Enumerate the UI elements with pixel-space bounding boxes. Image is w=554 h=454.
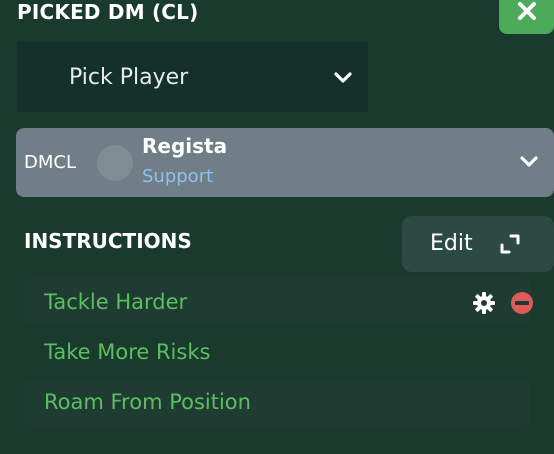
close-button[interactable] xyxy=(499,0,554,34)
instruction-label: Take More Risks xyxy=(44,340,211,364)
pick-player-label: Pick Player xyxy=(69,65,189,90)
edit-label: Edit xyxy=(430,231,473,256)
role-selector[interactable]: DMCL Regista Support xyxy=(16,128,554,197)
expand-icon xyxy=(498,232,522,260)
role-position: DMCL xyxy=(24,152,76,173)
remove-icon[interactable] xyxy=(510,291,534,319)
avatar xyxy=(97,145,133,181)
chevron-down-icon xyxy=(519,154,539,173)
panel-title: PICKED DM (CL) xyxy=(17,0,199,24)
pick-player-dropdown[interactable]: Pick Player xyxy=(17,42,368,112)
gear-icon[interactable] xyxy=(472,291,496,319)
instruction-label: Tackle Harder xyxy=(44,290,188,314)
edit-instructions-button[interactable]: Edit xyxy=(402,216,554,272)
role-duty: Support xyxy=(142,166,214,187)
instruction-row[interactable]: Roam From Position xyxy=(24,379,531,425)
close-icon xyxy=(516,0,538,26)
instruction-label: Roam From Position xyxy=(44,390,251,414)
instructions-heading: INSTRUCTIONS xyxy=(24,229,192,253)
instruction-row[interactable]: Take More Risks xyxy=(24,329,531,375)
role-name: Regista xyxy=(142,134,228,158)
chevron-down-icon xyxy=(333,70,353,89)
instruction-row[interactable]: Tackle Harder xyxy=(24,279,534,325)
